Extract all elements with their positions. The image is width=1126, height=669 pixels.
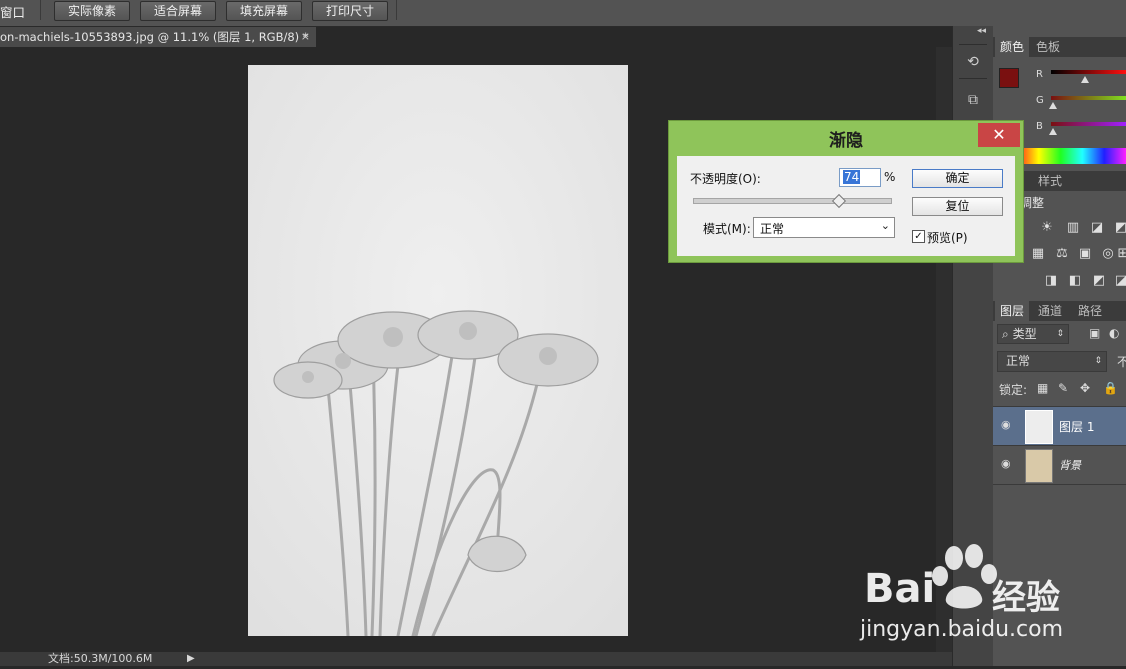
levels-icon[interactable]: ▥ <box>1065 221 1081 235</box>
opacity-value: 74 <box>843 170 861 184</box>
invert-icon[interactable]: ◨ <box>1043 274 1059 288</box>
watermark-url: jingyan.baidu.com <box>860 617 1064 642</box>
visibility-eye-icon[interactable]: ◉ <box>1001 419 1013 431</box>
layer-row[interactable]: ◉ 背景 <box>993 445 1126 485</box>
tab-color[interactable]: 颜色 <box>995 37 1030 57</box>
document-size: 文档:50.3M/100.6M <box>48 652 153 665</box>
dock-divider <box>959 44 987 45</box>
exposure-icon[interactable]: ◩ <box>1113 221 1126 235</box>
foreground-color-swatch[interactable] <box>999 68 1019 88</box>
channel-label-r: R <box>1036 69 1043 80</box>
watermark-brand-right: 经验 <box>992 578 1060 618</box>
lock-label: 锁定: <box>999 383 1028 397</box>
dialog-body: 不透明度(O): 74 % 模式(M): 正常 ⌄ 确定 复位 ✓ 预览(P) <box>677 156 1015 256</box>
stepper-icon: ⇕ <box>1056 329 1064 339</box>
channel-label-b: B <box>1036 121 1043 132</box>
close-tab-icon[interactable]: × <box>301 27 310 47</box>
window-menu[interactable]: 窗口 <box>0 2 25 21</box>
brightness-contrast-icon[interactable]: ☀ <box>1039 221 1055 235</box>
visibility-eye-icon[interactable]: ◉ <box>1001 458 1013 470</box>
dialog-title: 渐隐 <box>829 131 863 151</box>
opacity-input[interactable]: 74 <box>839 168 881 187</box>
status-bar: 文档:50.3M/100.6M ▶ <box>0 652 952 666</box>
lock-all-icon[interactable]: 🔒 <box>1103 381 1118 395</box>
dock-divider <box>959 78 987 79</box>
layer-filter-label: 类型 <box>1012 327 1037 341</box>
blend-mode-select[interactable]: 正常 ⇕ <box>997 351 1107 372</box>
history-icon[interactable]: ⟲ <box>959 50 987 74</box>
curves-icon[interactable]: ◪ <box>1089 221 1105 235</box>
layers-panel-tabs: 图层 通道 路径 <box>993 301 1126 321</box>
tab-channels[interactable]: 通道 <box>1033 301 1067 321</box>
photo-filter-icon[interactable]: ◎ <box>1100 247 1116 261</box>
close-icon[interactable]: ✕ <box>978 123 1020 147</box>
layer-thumbnail <box>1025 449 1053 483</box>
green-slider-track[interactable] <box>1051 96 1126 100</box>
channel-label-g: G <box>1036 95 1044 106</box>
color-panel-tabs: 颜色 色板 <box>993 37 1126 57</box>
mode-select[interactable]: 正常 ⌄ <box>753 217 895 238</box>
layer-name: 背景 <box>1059 459 1081 472</box>
print-size-button[interactable]: 打印尺寸 <box>312 1 388 21</box>
search-icon: ⌕ <box>1002 327 1009 341</box>
layer-name: 图层 1 <box>1059 420 1095 434</box>
black-white-icon[interactable]: ▣ <box>1077 247 1093 261</box>
preview-label: 预览(P) <box>927 231 968 245</box>
ok-button[interactable]: 确定 <box>912 169 1003 188</box>
channel-mixer-icon[interactable]: ⊞ <box>1115 247 1126 261</box>
image-filter-icon[interactable]: ▣ <box>1089 326 1100 340</box>
percent-sign: % <box>884 170 896 184</box>
watermark-brand-left: Bai <box>864 566 936 612</box>
flower-sketch-image <box>248 65 628 638</box>
status-menu-arrow-icon[interactable]: ▶ <box>187 652 195 666</box>
preview-checkbox[interactable]: ✓ <box>912 230 925 243</box>
collapse-panels-icon[interactable]: ◂◂ <box>977 26 986 36</box>
color-balance-icon[interactable]: ▦ <box>1030 247 1046 261</box>
posterize-icon[interactable]: ◧ <box>1067 274 1083 288</box>
tab-swatches[interactable]: 色板 <box>1031 37 1065 57</box>
layer-thumbnail <box>1025 410 1053 444</box>
separator <box>40 0 41 20</box>
document-tab[interactable]: on-machiels-10553893.jpg @ 11.1% (图层 1, … <box>0 27 316 47</box>
image-canvas[interactable] <box>248 65 628 638</box>
color-spectrum-ramp[interactable] <box>1017 148 1126 164</box>
separator <box>396 0 397 20</box>
blue-slider-track[interactable] <box>1051 122 1126 126</box>
red-slider-knob[interactable] <box>1080 76 1089 83</box>
blend-mode-value: 正常 <box>1006 354 1031 368</box>
fill-screen-button[interactable]: 填充屏幕 <box>226 1 302 21</box>
layer-row[interactable]: ◉ 图层 1 <box>993 406 1126 445</box>
red-slider-track[interactable] <box>1051 70 1126 74</box>
lock-pixels-icon[interactable]: ✎ <box>1058 381 1068 395</box>
opacity-label: 不 <box>1117 355 1126 369</box>
green-slider-knob[interactable] <box>1049 102 1058 109</box>
lock-transparency-icon[interactable]: ▦ <box>1037 381 1048 395</box>
stepper-icon: ⇕ <box>1094 356 1102 366</box>
layer-filter-select[interactable]: ⌕ 类型 ⇕ <box>997 324 1069 344</box>
opacity-slider-track[interactable] <box>693 198 892 204</box>
adjustment-filter-icon[interactable]: ◐ <box>1109 326 1119 340</box>
mode-label: 模式(M): <box>703 222 751 236</box>
properties-icon[interactable]: ⧉ <box>959 88 987 112</box>
fit-screen-button[interactable]: 适合屏幕 <box>140 1 216 21</box>
tab-styles[interactable]: 样式 <box>1033 171 1067 191</box>
reset-button[interactable]: 复位 <box>912 197 1003 216</box>
tab-paths[interactable]: 路径 <box>1073 301 1107 321</box>
mode-value: 正常 <box>760 222 785 236</box>
actual-pixels-button[interactable]: 实际像素 <box>54 1 130 21</box>
tab-layers[interactable]: 图层 <box>995 301 1030 321</box>
blue-slider-knob[interactable] <box>1049 128 1058 135</box>
gradient-map-icon[interactable]: ◪ <box>1113 274 1126 288</box>
balance-scale-icon[interactable]: ⚖ <box>1054 247 1070 261</box>
chevron-down-icon: ⌄ <box>880 219 890 232</box>
opacity-label: 不透明度(O): <box>690 172 761 186</box>
baidu-watermark-logo: Bai 经验 jingyan.baidu.com <box>850 540 1126 666</box>
fade-dialog: 渐隐 ✕ 不透明度(O): 74 % 模式(M): 正常 ⌄ 确定 复位 ✓ 预… <box>668 120 1024 263</box>
lock-position-icon[interactable]: ✥ <box>1080 381 1090 395</box>
opacity-slider-knob[interactable] <box>831 193 846 209</box>
document-title: on-machiels-10553893.jpg @ 11.1% (图层 1, … <box>0 30 309 44</box>
options-bar: 窗口 实际像素 适合屏幕 填充屏幕 打印尺寸 <box>0 0 1126 27</box>
threshold-icon[interactable]: ◩ <box>1091 274 1107 288</box>
